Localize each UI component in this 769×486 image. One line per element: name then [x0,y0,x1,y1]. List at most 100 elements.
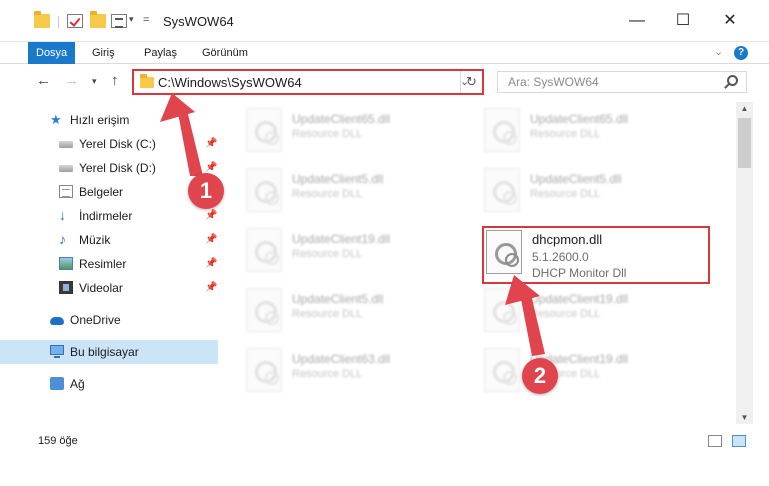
file-item[interactable]: UpdateClient19.dll Resource DLL [484,348,714,396]
pictures-icon [59,257,73,270]
sidebar-item-label: Yerel Disk (C:) [79,137,156,151]
file-description: Resource DLL [530,308,601,320]
sidebar-item-documents[interactable]: Belgeler 📌 [0,180,218,204]
scrollbar-thumb[interactable] [738,118,751,168]
help-icon[interactable]: ? [734,46,748,60]
sidebar-item-label: Yerel Disk (D:) [79,161,156,175]
dll-file-icon [484,108,520,152]
maximize-button[interactable]: ☐ [660,0,706,42]
file-item[interactable]: UpdateClient65.dll Resource DLL [246,108,476,156]
folder-icon [34,11,50,28]
pin-icon[interactable]: 📌 [205,210,217,221]
file-item[interactable]: UpdateClient65.dll Resource DLL [484,108,714,156]
sidebar-item-label: Belgeler [79,185,124,199]
forward-arrow-icon[interactable]: → [64,72,79,89]
sidebar-item-label: Resimler [79,257,127,271]
sidebar-item-this-pc[interactable]: Bu bilgisayar [0,340,218,364]
customize-toolbar-icon[interactable]: = [143,14,149,26]
window-title: SysWOW64 [163,14,234,29]
file-name: UpdateClient65.dll [292,112,391,126]
scroll-down-icon[interactable]: ▼ [736,413,753,422]
dll-file-icon [484,168,520,212]
search-input[interactable]: Ara: SysWOW64 [497,71,747,93]
sidebar-item-onedrive[interactable]: OneDrive [0,308,218,332]
network-icon [50,377,64,390]
new-folder-icon[interactable] [90,11,106,28]
file-item[interactable]: UpdateClient5.dll Resource DLL [246,288,476,336]
file-item[interactable]: UpdateClient19.dll Resource DLL [246,228,476,276]
close-button[interactable]: ✕ [707,0,753,42]
properties-check-icon[interactable] [67,14,83,28]
back-arrow-icon[interactable]: ← [36,72,51,89]
address-bar[interactable]: C:\Windows\SysWOW64 ⌄ ↻ [132,69,484,95]
address-path[interactable]: C:\Windows\SysWOW64 [158,75,302,90]
quick-access-toolbar-icon[interactable] [111,14,127,28]
vertical-scrollbar[interactable]: ▲ ▼ [736,102,753,424]
search-placeholder: Ara: SysWOW64 [508,75,599,89]
up-arrow-icon[interactable]: ↑ [111,72,119,89]
file-item[interactable]: UpdateClient5.dll Resource DLL [246,168,476,216]
file-name: UpdateClient65.dll [530,112,629,126]
tab-home[interactable]: Giriş [84,42,123,64]
sidebar-item-quick-access[interactable]: ★ Hızlı erişim [0,108,218,132]
search-icon[interactable] [727,75,738,86]
sidebar-item-network[interactable]: Ağ [0,372,218,396]
downloads-icon: ↓ [59,207,66,223]
minimize-button[interactable]: — [614,0,660,42]
dll-file-icon [246,108,282,152]
dll-file-icon [246,228,282,272]
item-count: 159 öğe [38,435,78,447]
dll-file-icon [484,288,520,332]
file-description: Resource DLL [530,128,601,140]
recent-locations-chevron-icon[interactable]: ▾ [92,76,97,87]
tab-share[interactable]: Paylaş [136,42,185,64]
sidebar-item-label: Müzik [79,233,111,247]
details-view-icon[interactable] [708,435,722,447]
file-name: UpdateClient19.dll [530,292,629,306]
sidebar-item-label: Bu bilgisayar [70,345,139,359]
cloud-icon [50,317,64,325]
computer-icon [50,345,64,358]
videos-icon [59,281,73,294]
file-item[interactable]: UpdateClient63.dll Resource DLL [246,348,476,396]
large-icons-view-icon[interactable] [732,435,746,447]
step-2-badge: 2 [522,358,558,394]
pin-icon[interactable]: 📌 [205,282,217,293]
star-icon: ★ [50,112,62,127]
dll-file-icon [246,348,282,392]
ribbon: Dosya Giriş Paylaş Görünüm ⌄ ? [0,42,769,64]
title-bar: ▾ = SysWOW64 — ☐ ✕ [0,0,769,42]
pin-icon[interactable]: 📌 [205,162,217,173]
sidebar-item-music[interactable]: ♪ Müzik 📌 [0,228,218,252]
file-name: UpdateClient5.dll [292,292,384,306]
sidebar-item-videos[interactable]: Videolar 📌 [0,276,218,300]
expand-ribbon-icon[interactable]: ⌄ [714,45,723,58]
folder-icon [140,74,154,88]
dll-file-icon [246,288,282,332]
file-item[interactable]: UpdateClient19.dll Resource DLL [484,288,714,336]
scroll-up-icon[interactable]: ▲ [736,104,753,113]
sidebar-item-label: İndirmeler [79,209,133,223]
file-name: UpdateClient63.dll [292,352,391,366]
sidebar-item-pictures[interactable]: Resimler 📌 [0,252,218,276]
sidebar-item-label: Hızlı erişim [70,113,130,127]
pin-icon[interactable]: 📌 [205,234,217,245]
chevron-down-icon[interactable]: ▾ [129,14,134,25]
sidebar-item-label: Ağ [70,377,85,391]
sidebar-item-local-disk-c[interactable]: Yerel Disk (C:) 📌 [0,132,218,156]
sidebar-item-local-disk-d[interactable]: Yerel Disk (D:) 📌 [0,156,218,180]
navigation-pane: ★ Hızlı erişim Yerel Disk (C:) 📌 Yerel D… [0,102,218,424]
pin-icon[interactable]: 📌 [205,138,217,149]
sidebar-item-downloads[interactable]: ↓ İndirmeler 📌 [0,204,218,228]
refresh-icon[interactable]: ↻ [460,71,482,93]
file-description: Resource DLL [292,128,363,140]
file-description: Resource DLL [292,368,363,380]
tab-view[interactable]: Görünüm [194,42,256,64]
status-bar: 159 öğe [0,424,769,458]
sidebar-item-label: Videolar [79,281,123,295]
file-description: Resource DLL [530,188,601,200]
tab-file[interactable]: Dosya [28,42,76,64]
file-item[interactable]: UpdateClient5.dll Resource DLL [484,168,714,216]
file-name: UpdateClient5.dll [530,172,622,186]
pin-icon[interactable]: 📌 [205,258,217,269]
